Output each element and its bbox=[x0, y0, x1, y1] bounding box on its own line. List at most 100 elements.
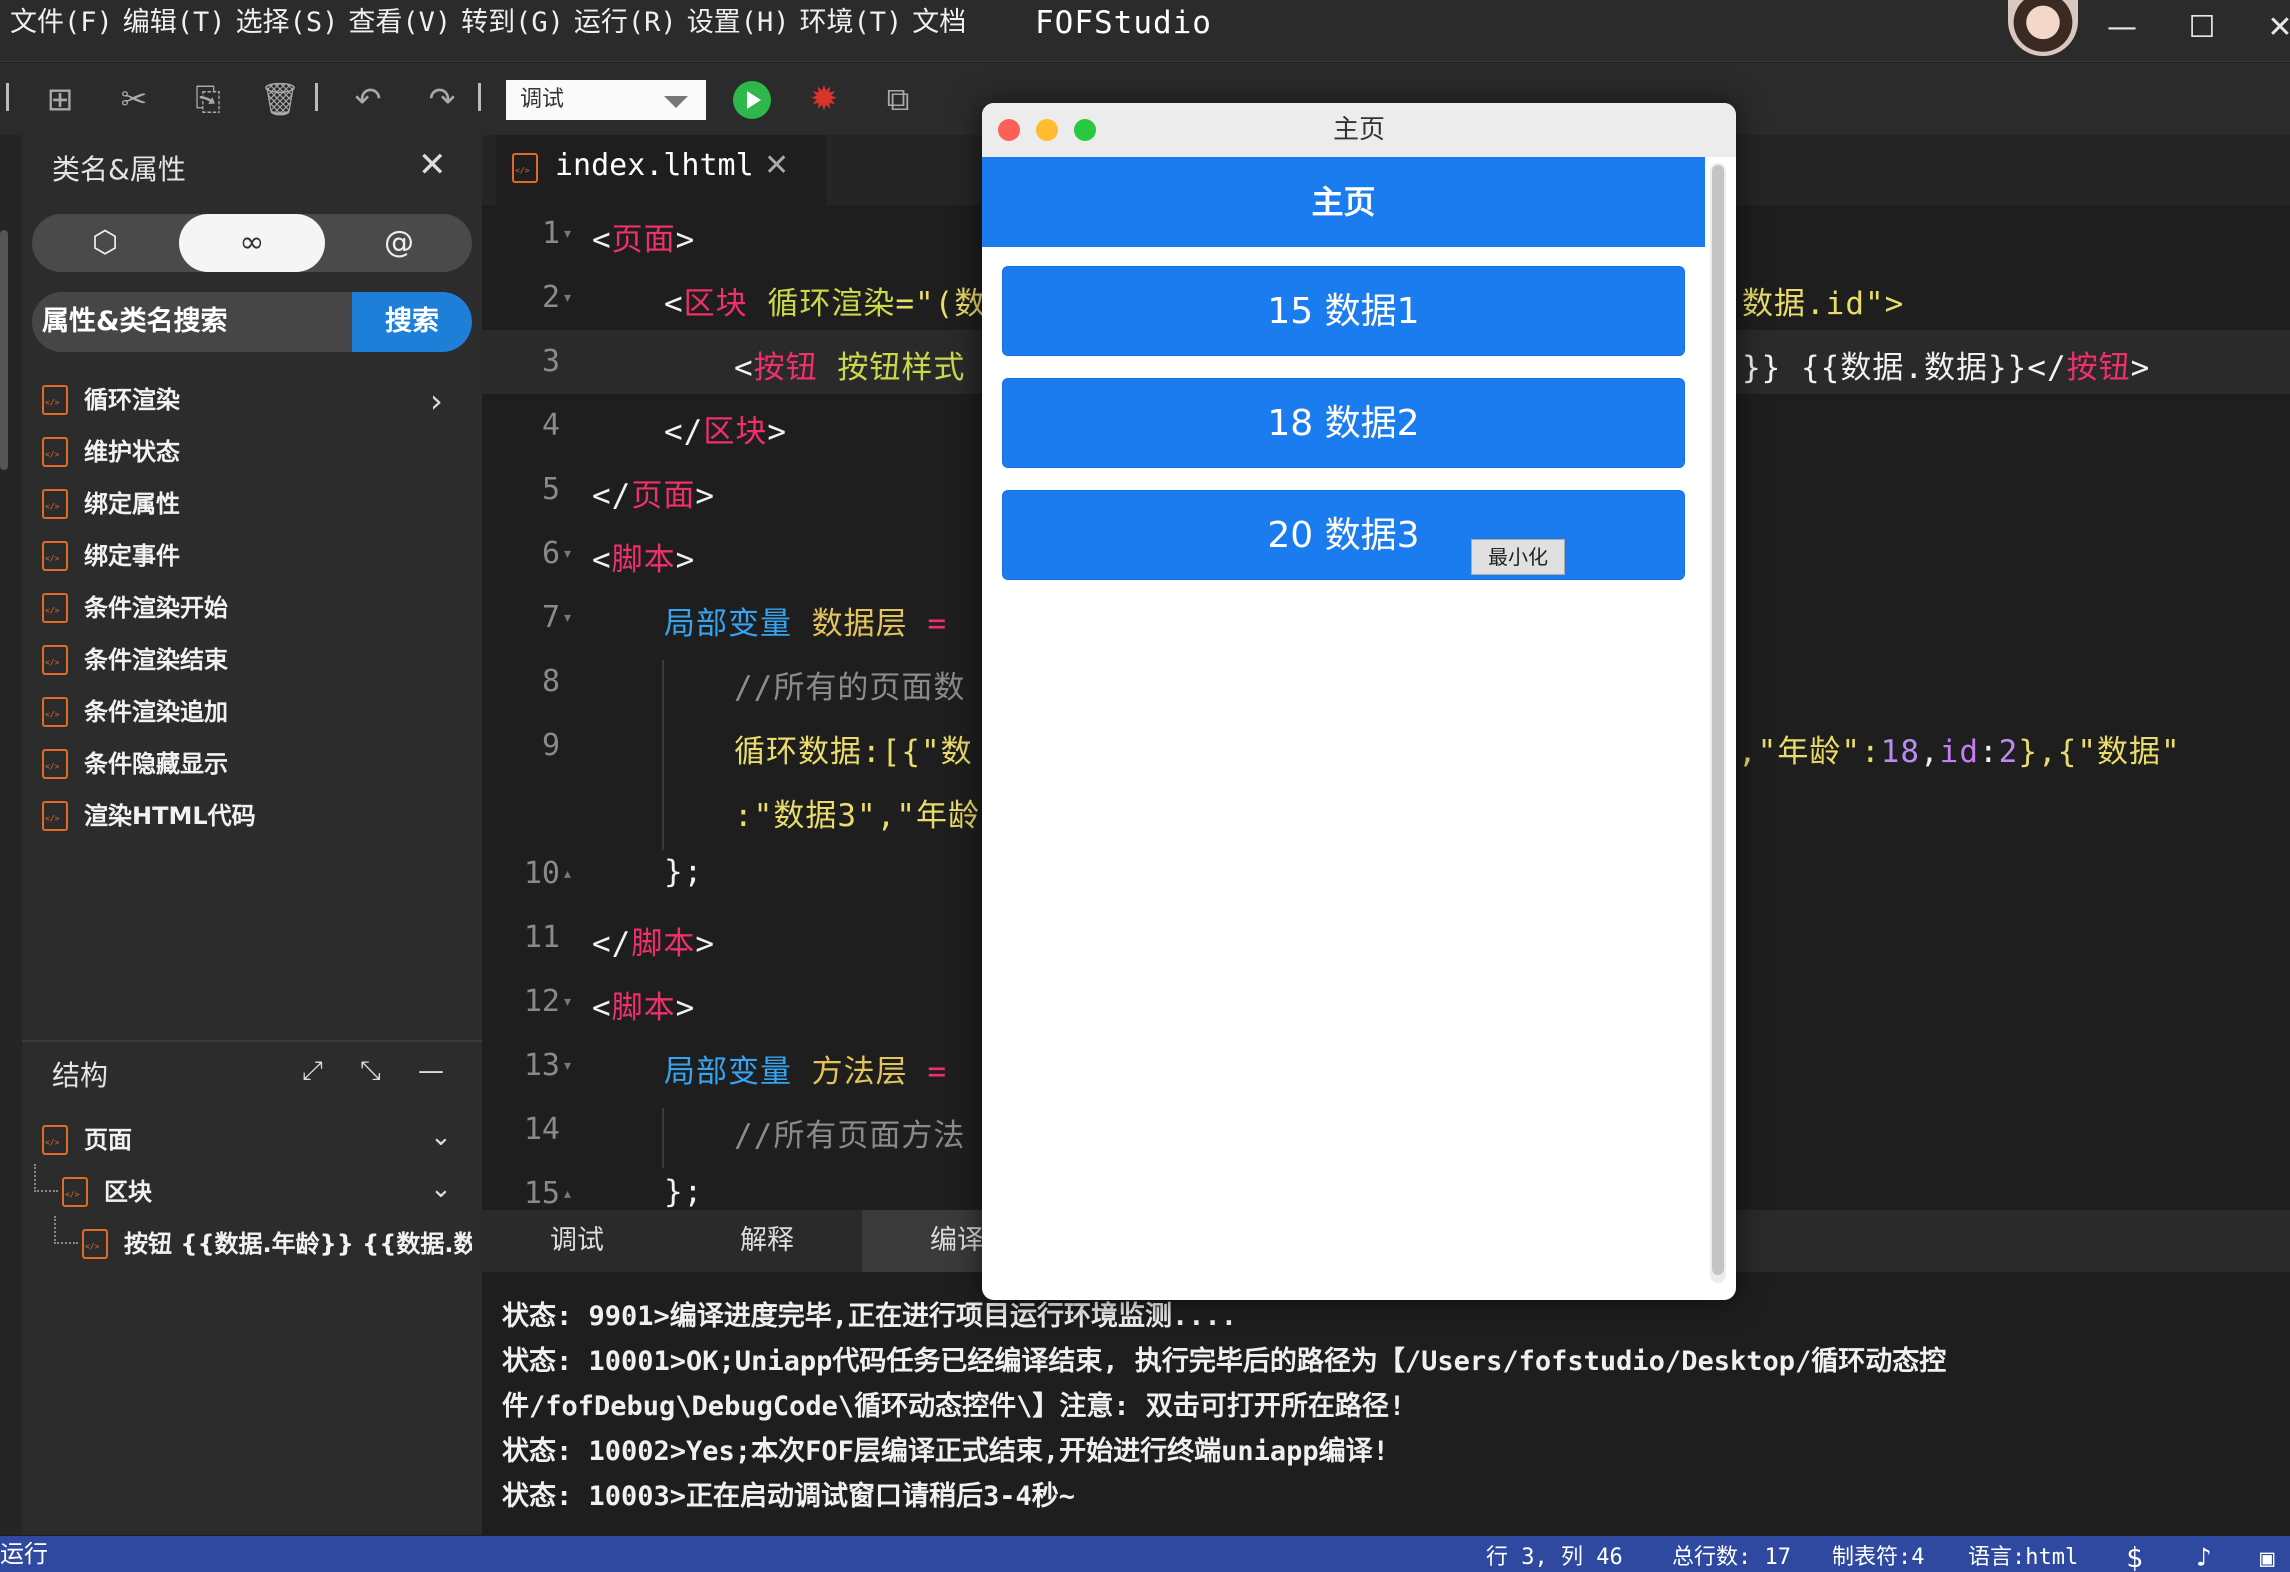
run-icon[interactable] bbox=[733, 81, 771, 119]
search-button[interactable]: 搜索 bbox=[352, 292, 472, 352]
list-item[interactable]: 条件渲染开始 bbox=[42, 590, 462, 630]
html-file-icon bbox=[42, 437, 68, 467]
line-number: 14 bbox=[523, 1112, 560, 1147]
loop-icon[interactable]: ∞ bbox=[179, 214, 325, 272]
tree-node-page[interactable]: 页面 ⌄ bbox=[42, 1122, 472, 1162]
menu-goto[interactable]: 转到(G) bbox=[461, 0, 564, 46]
list-item[interactable]: 绑定事件 bbox=[42, 538, 462, 578]
minimize-window-button[interactable]: — bbox=[2097, 8, 2147, 48]
maximize-window-button[interactable]: ☐ bbox=[2177, 8, 2227, 48]
code-line-1: <页面> bbox=[592, 222, 696, 258]
panel-segment-control: ⬡ ∞ @ bbox=[32, 214, 472, 272]
menu-edit[interactable]: 编辑(T) bbox=[123, 0, 226, 46]
line-number: 10 bbox=[523, 856, 560, 891]
html-file-icon bbox=[62, 1177, 88, 1207]
preview-scroll-thumb[interactable] bbox=[1712, 165, 1724, 1275]
menu-view[interactable]: 查看(V) bbox=[348, 0, 451, 46]
line-number: 8 bbox=[541, 664, 560, 699]
indent-guide bbox=[662, 1108, 664, 1168]
tree-node-button[interactable]: 按钮 {{数据.年龄}} {{数据.数 bbox=[82, 1226, 472, 1266]
fold-arrow-icon[interactable]: ▴ bbox=[564, 866, 571, 882]
tab-explain[interactable]: 解释 bbox=[672, 1210, 862, 1272]
minimize-panel-icon[interactable]: — bbox=[418, 1056, 444, 1086]
preview-data-button[interactable]: 20 数据3 bbox=[1002, 490, 1685, 580]
tree-connector bbox=[54, 1216, 78, 1244]
fold-arrow-icon[interactable]: ▾ bbox=[564, 546, 571, 562]
run-mode-select[interactable]: 调试 bbox=[506, 80, 706, 120]
at-icon[interactable]: @ bbox=[326, 214, 472, 272]
new-file-icon[interactable]: ⊞ bbox=[38, 77, 82, 121]
tree-node-block[interactable]: 区块 ⌄ bbox=[62, 1174, 472, 1214]
html-file-icon bbox=[42, 697, 68, 727]
delete-icon[interactable]: 🗑 bbox=[258, 77, 302, 121]
close-icon[interactable]: ✕ bbox=[764, 148, 789, 183]
line-number: 9 bbox=[541, 728, 560, 763]
currency-icon[interactable]: $ bbox=[2126, 1536, 2143, 1572]
list-item[interactable]: 循环渲染 bbox=[42, 382, 462, 422]
html-file-icon bbox=[42, 385, 68, 415]
line-number: 3 bbox=[541, 344, 560, 379]
line-number: 1 bbox=[541, 216, 560, 251]
menu-environment[interactable]: 环境(T) bbox=[799, 0, 902, 46]
list-item[interactable]: 条件渲染结束 bbox=[42, 642, 462, 682]
list-item[interactable]: 维护状态 bbox=[42, 434, 462, 474]
copy-icon[interactable]: ⎘ bbox=[186, 77, 230, 121]
close-window-button[interactable]: ✕ bbox=[2255, 8, 2290, 48]
menu-settings[interactable]: 设置(H) bbox=[687, 0, 790, 46]
preview-search-icon[interactable]: ⧉ bbox=[876, 77, 920, 121]
expand-icon[interactable]: ⤢ bbox=[302, 1056, 323, 1087]
status-run[interactable]: 运行 bbox=[0, 1536, 48, 1572]
preview-page-header: 主页 bbox=[982, 157, 1705, 247]
status-tab-size[interactable]: 制表符:4 bbox=[1832, 1536, 1925, 1572]
lock-icon[interactable]: ▣ bbox=[2260, 1536, 2274, 1572]
fold-arrow-icon[interactable]: ▾ bbox=[564, 610, 571, 626]
line-number: 6 bbox=[541, 536, 560, 571]
bell-icon[interactable]: ♪ bbox=[2196, 1536, 2212, 1572]
menu-select[interactable]: 选择(S) bbox=[236, 0, 339, 46]
search-input[interactable]: 属性&类名搜索 bbox=[32, 292, 352, 352]
chevron-down-icon[interactable]: ⌄ bbox=[430, 1174, 452, 1204]
status-language[interactable]: 语言:html bbox=[1968, 1536, 2078, 1572]
fold-arrow-icon[interactable]: ▾ bbox=[564, 226, 571, 242]
list-item[interactable]: 渲染HTML代码 bbox=[42, 798, 462, 838]
fold-arrow-icon[interactable]: ▴ bbox=[564, 1186, 571, 1202]
html-file-icon bbox=[42, 749, 68, 779]
chevron-down-icon[interactable]: ⌄ bbox=[430, 1122, 452, 1152]
console-line: 状态: 10002>Yes;本次FOF层编译正式结束,开始进行终端uniapp编… bbox=[502, 1436, 1389, 1467]
menu-run[interactable]: 运行(R) bbox=[574, 0, 677, 46]
debug-bug-icon[interactable]: ✹ bbox=[806, 81, 842, 117]
list-item[interactable]: 条件渲染追加 bbox=[42, 694, 462, 734]
line-number: 11 bbox=[523, 920, 560, 955]
code-line-6: <脚本> bbox=[592, 542, 696, 578]
fold-arrow-icon[interactable]: ▾ bbox=[564, 994, 571, 1010]
code-line-2: <区块 循环渲染="(数 bbox=[664, 286, 987, 322]
left-scroll-thumb[interactable] bbox=[0, 230, 8, 470]
line-number: 7 bbox=[541, 600, 560, 635]
status-bar bbox=[0, 1536, 2290, 1572]
structure-title: 结构 bbox=[52, 1059, 109, 1092]
preview-data-button[interactable]: 18 数据2 bbox=[1002, 378, 1685, 468]
chevron-right-icon[interactable]: › bbox=[430, 382, 443, 420]
fold-arrow-icon[interactable]: ▾ bbox=[564, 290, 571, 306]
cube-icon[interactable]: ⬡ bbox=[32, 214, 178, 272]
collapse-icon[interactable]: ⤡ bbox=[360, 1056, 381, 1087]
tab-debug[interactable]: 调试 bbox=[482, 1210, 672, 1272]
menu-file[interactable]: 文件(F) bbox=[10, 0, 113, 46]
preview-data-button[interactable]: 15 数据1 bbox=[1002, 266, 1685, 356]
undo-icon[interactable]: ↶ bbox=[346, 77, 390, 121]
html-file-icon bbox=[512, 153, 538, 183]
menu-docs[interactable]: 文档 bbox=[912, 0, 966, 46]
panel-title: 类名&属性 bbox=[52, 153, 186, 186]
redo-icon[interactable]: ↷ bbox=[420, 77, 464, 121]
list-item[interactable]: 绑定属性 bbox=[42, 486, 462, 526]
html-file-icon bbox=[82, 1229, 108, 1259]
close-icon[interactable]: ✕ bbox=[418, 148, 447, 182]
tree-connector bbox=[34, 1164, 58, 1192]
code-line-8: //所有的页面数 bbox=[734, 670, 966, 706]
code-line-9-wrap: :"数据3","年龄 bbox=[734, 798, 980, 834]
list-item[interactable]: 条件隐藏显示 bbox=[42, 746, 462, 786]
status-cursor-position[interactable]: 行 3, 列 46 bbox=[1486, 1536, 1623, 1572]
code-line-12: <脚本> bbox=[592, 990, 696, 1026]
fold-arrow-icon[interactable]: ▾ bbox=[564, 1058, 571, 1074]
cut-icon[interactable]: ✂ bbox=[112, 77, 156, 121]
